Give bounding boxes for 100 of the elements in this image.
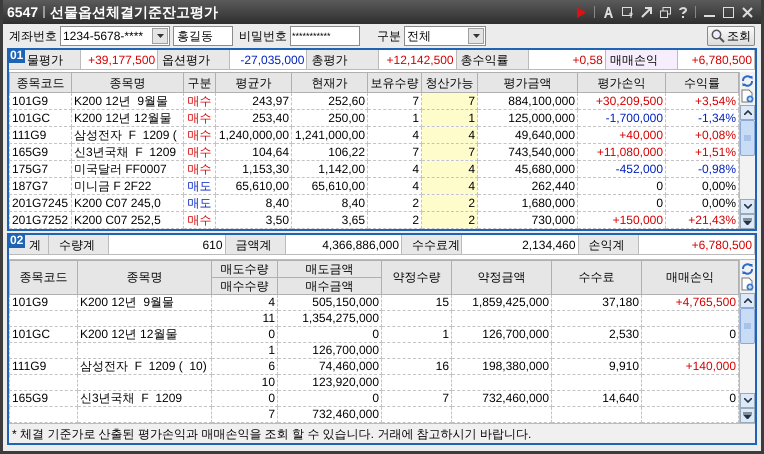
table-cell: 106,22 <box>292 144 368 160</box>
chevron-up-icon <box>744 298 752 303</box>
cascade-icon[interactable] <box>660 6 671 18</box>
add-page-icon[interactable] <box>741 277 754 291</box>
table-cell: 65,610,00 <box>292 178 368 194</box>
column-header[interactable]: 보유수량 <box>368 72 422 92</box>
table-cell: 16 <box>382 358 452 374</box>
table-cell: 매수 <box>184 126 216 144</box>
column-header[interactable]: 매매손익 <box>642 260 738 294</box>
column-header[interactable]: 종목명 <box>78 260 212 294</box>
summary-label: 총평가 <box>307 50 380 69</box>
table-cell: +30,209,500 <box>578 92 666 110</box>
new-window-icon[interactable] <box>622 6 633 18</box>
table-cell: 201G7252 <box>10 212 72 228</box>
caret-icon <box>472 34 480 38</box>
account-combo[interactable]: 1234-5678-**** <box>60 26 170 46</box>
table-cell: 165G9 <box>10 144 72 160</box>
column-header[interactable]: 수수료 <box>552 260 642 294</box>
column-header[interactable]: 평가금액 <box>478 72 578 92</box>
table-cell: -452,000 <box>578 160 666 178</box>
column-header[interactable]: 평가손익 <box>578 72 666 92</box>
type-combo[interactable]: 전체 <box>404 26 486 46</box>
table-cell: K200 12년 12월물 <box>78 326 212 342</box>
column-header[interactable]: 현재가 <box>292 72 368 92</box>
column-header[interactable]: 약정금액 <box>452 260 552 294</box>
summary-label: 총수익률 <box>456 50 529 69</box>
search-icon <box>711 29 725 43</box>
column-header[interactable]: 구분 <box>184 72 216 92</box>
password-field[interactable]: *********** <box>290 26 360 46</box>
dropdown-button[interactable] <box>468 28 484 44</box>
summary-label: 금액계 <box>226 235 286 254</box>
table-cell: 45,680,000 <box>478 160 578 178</box>
column-header[interactable]: 종목코드 <box>10 72 72 92</box>
table-cell: 매수 <box>184 212 216 228</box>
table-cell: 15 <box>382 294 452 310</box>
summary-value: +6,780,500 <box>678 50 756 69</box>
table-cell: 4 <box>212 294 278 310</box>
column-header[interactable]: 매수수량 <box>212 278 278 294</box>
arrow-icon[interactable] <box>641 6 652 18</box>
table-cell: 삼성전자 F 1209 ( <box>72 126 184 144</box>
table-cell: 1,240,000,00 <box>216 126 292 144</box>
table-cell: 10 <box>212 374 278 390</box>
add-page-icon[interactable] <box>741 89 754 103</box>
table-cell: 101G9 <box>10 294 78 310</box>
column-header[interactable]: 종목코드 <box>10 260 78 294</box>
refresh-icon[interactable] <box>741 75 754 87</box>
table-cell: 187G7 <box>10 178 72 194</box>
scroll-end-button[interactable] <box>740 214 755 229</box>
table-cell: 201G7245 <box>10 194 72 212</box>
column-header[interactable]: 평균가 <box>216 72 292 92</box>
dropdown-button[interactable] <box>152 28 168 44</box>
search-button[interactable]: 조회 <box>707 26 755 46</box>
scrollbar-thumb[interactable] <box>740 120 755 156</box>
table-cell: 175G7 <box>10 160 72 178</box>
table-cell: 7 <box>422 92 478 110</box>
table-cell: 884,100,000 <box>478 92 578 110</box>
table-cell: 1,859,425,000 <box>452 294 552 310</box>
table-cell: 125,000,000 <box>478 110 578 126</box>
summary-label: 수량계 <box>49 235 109 254</box>
refresh-icon[interactable] <box>741 263 754 275</box>
column-header[interactable]: 청산가능 <box>422 72 478 92</box>
table-cell: 0 <box>212 326 278 342</box>
table-cell: 101GC <box>10 326 78 342</box>
screen-number: 6547 <box>7 2 38 22</box>
scroll-up-button[interactable] <box>740 105 755 120</box>
font-icon[interactable] <box>603 6 614 18</box>
column-header[interactable]: 종목명 <box>72 72 184 92</box>
scroll-end-icon <box>743 218 752 225</box>
scroll-end-icon <box>743 412 752 419</box>
table-cell: 1,354,275,000 <box>278 310 382 326</box>
summary-label: 손익계 <box>578 235 638 254</box>
close-icon[interactable] <box>742 6 753 18</box>
table-cell: 1 <box>212 342 278 358</box>
field-label: 계좌번호 <box>9 28 57 45</box>
column-header[interactable]: 매수금액 <box>278 278 382 294</box>
table-cell: 1 <box>422 110 478 126</box>
field-label: 비밀번호 <box>239 28 287 45</box>
section-badge: 02 <box>8 233 26 248</box>
scroll-down-button[interactable] <box>740 393 755 408</box>
table-cell: 74,460,000 <box>278 358 382 374</box>
column-header[interactable]: 매도금액 <box>278 260 382 278</box>
scroll-down-button[interactable] <box>740 199 755 214</box>
holder-field: 홍길동 <box>173 26 233 46</box>
column-header[interactable]: 수익률 <box>666 72 738 92</box>
column-header[interactable]: 약정수량 <box>382 260 452 294</box>
maximize-icon[interactable] <box>723 6 734 18</box>
column-header[interactable]: 매도수량 <box>212 260 278 278</box>
table-cell: 252,60 <box>292 92 368 110</box>
scroll-up-button[interactable] <box>740 293 755 308</box>
table-cell: 730,000 <box>478 212 578 228</box>
table-cell: 8,40 <box>216 194 292 212</box>
window-title: 선물옵션체결기준잔고평가 <box>50 2 218 22</box>
scroll-end-button[interactable] <box>740 408 755 423</box>
table-cell: 11 <box>212 310 278 326</box>
table-cell: 243,97 <box>216 92 292 110</box>
scrollbar-thumb[interactable] <box>740 308 755 344</box>
field-label: 구분 <box>377 28 401 45</box>
table-cell: 126,700,000 <box>452 326 552 342</box>
help-icon[interactable] <box>679 6 687 18</box>
table-cell: +11,080,000 <box>578 144 666 160</box>
